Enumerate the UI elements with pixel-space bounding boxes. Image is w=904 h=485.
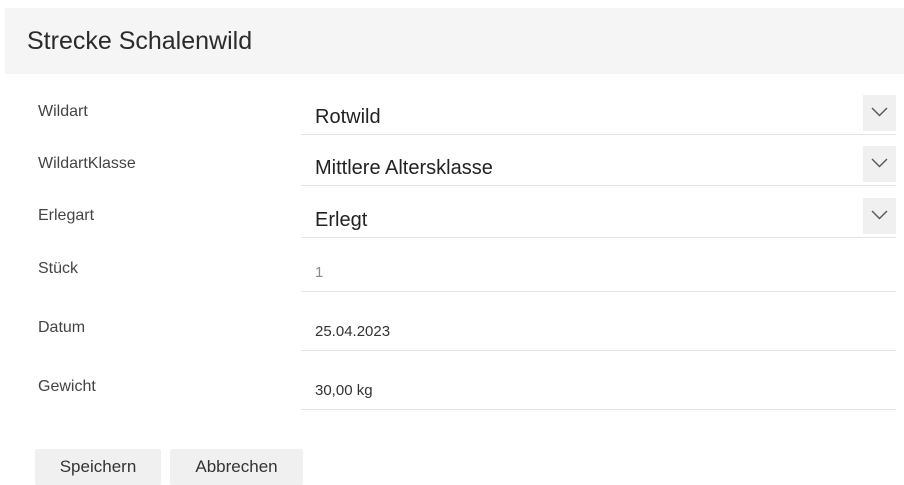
chevron-down-icon[interactable] (863, 198, 896, 234)
datum-input[interactable]: 25.04.2023 (301, 311, 896, 351)
erlegart-select[interactable]: Erlegt (301, 198, 896, 238)
wildart-selected-value: Rotwild (315, 106, 381, 128)
form-header: Strecke Schalenwild (5, 8, 904, 74)
wildart-select[interactable]: Rotwild (301, 95, 896, 135)
datum-label: Datum (38, 319, 86, 336)
wildartklasse-selected-value: Mittlere Altersklasse (315, 157, 493, 179)
chevron-down-icon[interactable] (863, 146, 896, 182)
wildart-label: Wildart (38, 103, 88, 120)
datum-value: 25.04.2023 (315, 323, 391, 340)
gewicht-input[interactable]: 30,00 kg (301, 370, 896, 410)
stueck-value: 1 (315, 264, 324, 281)
wildartklasse-label: WildartKlasse (38, 155, 136, 172)
stueck-input[interactable]: 1 (301, 252, 896, 292)
gewicht-value: 30,00 kg (315, 382, 373, 399)
gewicht-label: Gewicht (38, 378, 96, 395)
erlegart-selected-value: Erlegt (315, 209, 368, 231)
cancel-button[interactable]: Abbrechen (170, 449, 303, 485)
erlegart-label: Erlegart (38, 207, 95, 224)
wildartklasse-select[interactable]: Mittlere Altersklasse (301, 146, 896, 186)
chevron-down-icon[interactable] (863, 95, 896, 131)
stueck-label: Stück (38, 260, 79, 277)
page-title: Strecke Schalenwild (27, 27, 253, 55)
save-button[interactable]: Speichern (35, 449, 161, 485)
